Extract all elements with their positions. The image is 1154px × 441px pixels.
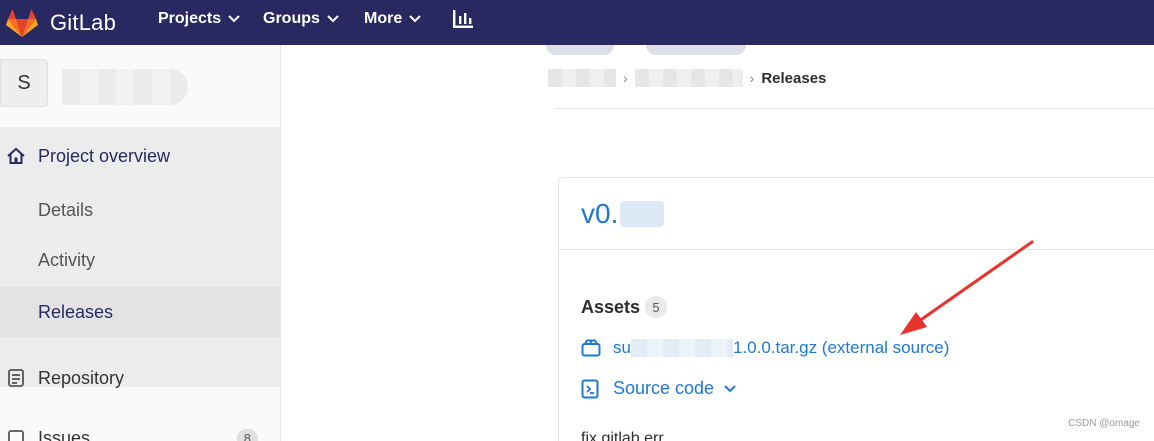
nav-groups-label: Groups (263, 10, 320, 27)
breadcrumb: › › Releases (548, 66, 826, 90)
sidebar-item-label: Project overview (38, 145, 171, 166)
sidebar-item-label: Issues (38, 427, 91, 441)
breadcrumb-separator-icon: › (749, 70, 755, 86)
redacted-version (620, 201, 665, 227)
nav-projects-label: Projects (158, 10, 222, 27)
chevron-down-icon (409, 15, 421, 23)
issues-icon (8, 430, 24, 441)
project-avatar[interactable]: S (0, 59, 48, 107)
doc-code-icon (581, 379, 599, 398)
sidebar-item-label: Repository (38, 367, 125, 388)
package-icon (581, 339, 601, 357)
release-card: v0. Assets 5 su 1.0.0.tar.gz (external s… (558, 177, 1154, 441)
top-navbar: GitLab Projects Groups More (0, 0, 1154, 45)
release-title-text: v0. (581, 198, 619, 229)
sidebar-item-label: Activity (38, 249, 96, 270)
sidebar-item-details[interactable]: Details (0, 195, 280, 225)
assets-count-badge: 5 (645, 296, 668, 318)
chevron-down-icon (228, 15, 240, 23)
asset-link[interactable]: su 1.0.0.tar.gz (external source) (581, 338, 949, 358)
sidebar-item-issues[interactable]: Issues 8 (0, 423, 280, 441)
redacted-blob (546, 45, 614, 55)
sidebar-item-project-overview[interactable]: Project overview (0, 141, 280, 171)
sidebar-item-label: Details (38, 199, 94, 220)
project-header[interactable]: S (0, 45, 280, 127)
release-card-header: v0. (559, 178, 1154, 250)
assets-label: Assets (581, 296, 641, 317)
redacted-blob (646, 45, 746, 55)
asset-name-prefix: su (613, 338, 631, 357)
watermark: CSDN @omage (1068, 418, 1140, 429)
gitlab-tanuki-icon (6, 8, 38, 37)
document-icon (8, 369, 24, 387)
chevron-down-icon (327, 15, 339, 23)
source-code-label: Source code (613, 378, 715, 398)
sidebar-item-activity[interactable]: Activity (0, 245, 280, 275)
redacted-asset-name (630, 339, 733, 357)
logo-text: GitLab (50, 9, 117, 35)
breadcrumb-current[interactable]: Releases (761, 70, 826, 87)
sidebar: S Project overview Details Activity Rele… (0, 45, 281, 441)
home-icon (7, 147, 25, 164)
breadcrumb-redacted-group[interactable] (548, 69, 616, 87)
release-title[interactable]: v0. (581, 198, 665, 230)
nav-more-label: More (364, 10, 403, 27)
asset-name-suffix: 1.0.0.tar.gz (external source) (732, 338, 950, 357)
nav-groups[interactable]: Groups (263, 10, 339, 28)
divider (556, 108, 1154, 109)
sidebar-item-label: Releases (38, 301, 114, 322)
bar-chart-icon[interactable] (452, 8, 474, 30)
source-code-dropdown[interactable]: Source code (581, 378, 736, 399)
nav-more[interactable]: More (364, 10, 421, 28)
breadcrumb-redacted-project[interactable] (634, 69, 743, 87)
sidebar-item-repository[interactable]: Repository (0, 363, 280, 393)
redacted-project-name (62, 69, 188, 105)
nav-projects[interactable]: Projects (158, 10, 240, 28)
sidebar-item-releases[interactable]: Releases (0, 287, 280, 337)
gitlab-logo[interactable]: GitLab (6, 8, 116, 38)
issues-count-badge: 8 (236, 428, 258, 441)
assets-header: Assets 5 (581, 296, 668, 318)
chevron-down-icon (724, 384, 736, 392)
breadcrumb-separator-icon: › (623, 70, 628, 86)
release-description: fix gitlab err (581, 430, 664, 441)
